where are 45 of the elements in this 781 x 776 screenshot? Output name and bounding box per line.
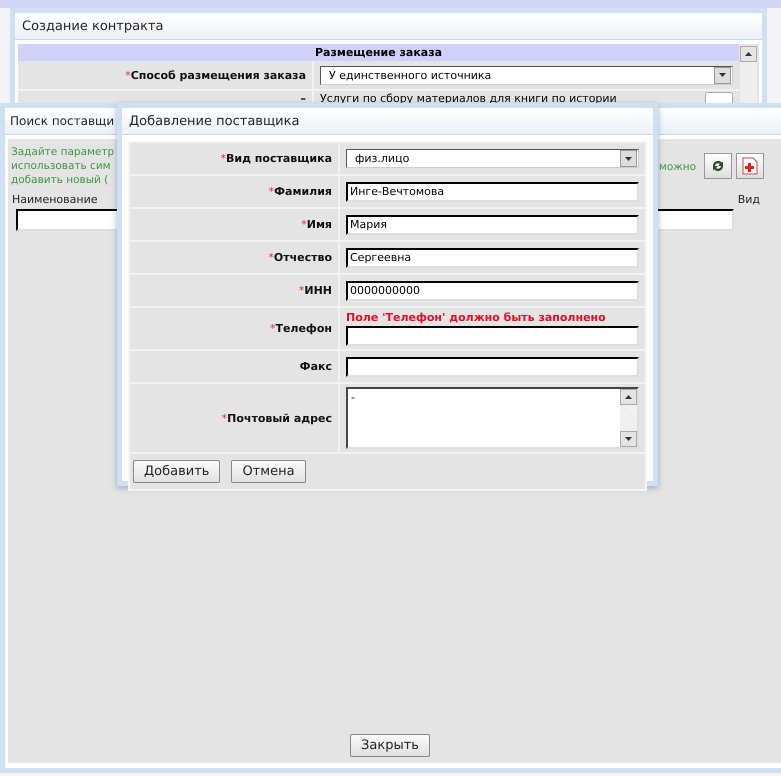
column-header: Вид (738, 193, 760, 206)
field-label: Фамилия (274, 185, 332, 198)
required-asterisk: * (268, 185, 274, 198)
window-title: Добавление поставщика (122, 108, 653, 135)
up-arrow-icon (745, 52, 752, 56)
down-arrow-icon (719, 73, 726, 77)
required-asterisk: * (270, 322, 276, 335)
required-asterisk: * (125, 68, 131, 82)
column-header: Наименование (12, 193, 98, 206)
add-button[interactable] (736, 153, 764, 179)
field-label: Факс (300, 360, 332, 373)
required-asterisk: * (220, 152, 226, 165)
input-field[interactable]: Инге-Вечтомова (346, 182, 639, 202)
add-button[interactable]: Добавить (133, 460, 220, 483)
dropdown[interactable]: физ.лицо (346, 149, 639, 168)
refresh-icon (711, 159, 725, 173)
field-label: Телефон (275, 322, 332, 335)
required-asterisk: * (298, 284, 304, 297)
required-asterisk: * (222, 412, 228, 424)
add-document-icon (742, 157, 758, 175)
scrollbar[interactable] (740, 46, 757, 106)
field-label: ИНН (304, 284, 332, 297)
section-header: Размещение заказа (18, 44, 739, 61)
hint-text: можно (658, 160, 696, 174)
field-label: Имя (306, 218, 332, 231)
close-button[interactable]: Закрыть (350, 734, 430, 757)
field-label: – (300, 92, 306, 105)
field-label: Способ размещения заказа (130, 68, 306, 82)
error-message: Поле 'Телефон' должно быть заполнено (346, 311, 607, 324)
input-field[interactable] (346, 356, 639, 376)
dropdown[interactable]: У единственного источника (320, 66, 733, 84)
field-label: Вид поставщика (226, 152, 332, 165)
input-field[interactable] (346, 326, 639, 346)
field-label: Почтовый адрес (227, 412, 332, 424)
cancel-button[interactable]: Отмена (231, 460, 306, 483)
refresh-button[interactable] (704, 153, 732, 179)
required-asterisk: * (301, 218, 307, 231)
required-asterisk: * (268, 251, 274, 264)
input-field[interactable]: Мария (346, 214, 639, 234)
input-field[interactable]: 0000000000 (346, 280, 639, 300)
subject-text: Услуги по сбору материалов для книги по истории (320, 92, 617, 105)
field-label: Отчество (274, 251, 332, 264)
hint-text: Задайте параметр использовать сим добавить новый ( (11, 145, 114, 187)
down-arrow-icon (625, 156, 632, 160)
input-field[interactable]: Сергеевна (346, 248, 639, 268)
